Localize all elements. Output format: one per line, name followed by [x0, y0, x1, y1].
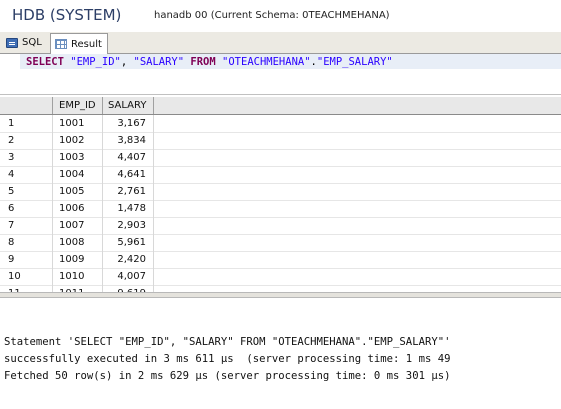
tab-sql[interactable]: SQL: [4, 33, 48, 52]
row-number-cell: 5: [0, 183, 53, 200]
schema-name: "OTEACHMEHANA": [222, 56, 311, 68]
column-header-emp-id[interactable]: EMP_ID: [53, 97, 103, 114]
row-number-cell: 9: [0, 251, 53, 268]
sql-statement: SELECT "EMP_ID", "SALARY" FROM "OTEACHME…: [26, 56, 393, 68]
tab-sql-label: SQL: [22, 37, 42, 48]
salary-cell: 4,407: [103, 149, 154, 166]
table-row[interactable]: 8 1008 5,961: [0, 234, 561, 252]
connection-details: hanadb 00 (Current Schema: 0TEACHMEHANA): [154, 10, 390, 21]
row-number-cell: 3: [0, 149, 53, 166]
emp-id-cell: 1003: [53, 149, 103, 166]
salary-cell: 2,420: [103, 251, 154, 268]
result-grid-icon: [55, 39, 67, 49]
keyword-select: SELECT: [26, 56, 64, 68]
emp-id-cell: 1007: [53, 217, 103, 234]
table-row[interactable]: 2 1002 3,834: [0, 132, 561, 150]
column-salary: "SALARY": [133, 56, 185, 68]
emp-id-cell: 1004: [53, 166, 103, 183]
comma: ,: [120, 56, 134, 68]
salary-cell: 4,007: [103, 268, 154, 285]
table-row[interactable]: 7 1007 2,903: [0, 217, 561, 235]
editor-tab-strip: SQL Result: [0, 32, 561, 54]
row-number-header[interactable]: [0, 97, 53, 114]
console-line: successfully executed in 3 ms 611 µs (se…: [4, 353, 451, 365]
table-row[interactable]: 3 1003 4,407: [0, 149, 561, 167]
console-line: Fetched 50 row(s) in 2 ms 629 µs (server…: [4, 370, 451, 382]
salary-cell: 3,167: [103, 115, 154, 132]
row-number-cell: 10: [0, 268, 53, 285]
salary-cell: 2,903: [103, 217, 154, 234]
table-row[interactable]: 1 1001 3,167: [0, 115, 561, 133]
table-row[interactable]: 9 1009 2,420: [0, 251, 561, 269]
result-table[interactable]: EMP_ID SALARY 1 1001 3,167 2 1002 3,834 3 1003 4…: [0, 94, 561, 293]
row-number-cell: 1: [0, 115, 53, 132]
tab-result-label: Result: [71, 38, 102, 50]
emp-id-cell: 1008: [53, 234, 103, 251]
console-output: Statement 'SELECT "EMP_ID", "SALARY" FRO…: [0, 298, 561, 409]
salary-cell: 2,761: [103, 183, 154, 200]
row-number-cell: 8: [0, 234, 53, 251]
salary-cell: 3,834: [103, 132, 154, 149]
table-row[interactable]: 4 1004 4,641: [0, 166, 561, 184]
keyword-from: FROM: [190, 56, 216, 68]
sql-query-editor[interactable]: SELECT "EMP_ID", "SALARY" FROM "OTEACHME…: [0, 54, 561, 94]
table-header-row: EMP_ID SALARY: [0, 97, 561, 115]
emp-id-cell: 1010: [53, 268, 103, 285]
emp-id-cell: 1002: [53, 132, 103, 149]
salary-cell: 5,961: [103, 234, 154, 251]
emp-id-cell: 1005: [53, 183, 103, 200]
row-number-cell: 2: [0, 132, 53, 149]
table-row[interactable]: 10 1010 4,007: [0, 268, 561, 286]
editor-gutter: [0, 54, 18, 94]
connection-title: HDB (SYSTEM): [12, 6, 122, 24]
console-line: Statement 'SELECT "EMP_ID", "SALARY" FRO…: [4, 336, 451, 348]
emp-id-cell: 1009: [53, 251, 103, 268]
row-number-cell: 6: [0, 200, 53, 217]
table-row[interactable]: 6 1006 1,478: [0, 200, 561, 218]
sql-icon: [6, 37, 18, 48]
tab-result[interactable]: Result: [50, 33, 108, 54]
row-number-cell: 4: [0, 166, 53, 183]
column-emp-id: "EMP_ID": [70, 56, 121, 68]
salary-cell: 4,641: [103, 166, 154, 183]
table-row[interactable]: 5 1005 2,761: [0, 183, 561, 201]
row-number-cell: 7: [0, 217, 53, 234]
salary-cell: 1,478: [103, 200, 154, 217]
editor-title-bar: HDB (SYSTEM) hanadb 00 (Current Schema: …: [0, 0, 561, 32]
emp-id-cell: 1001: [53, 115, 103, 132]
emp-id-cell: 1006: [53, 200, 103, 217]
column-header-salary[interactable]: SALARY: [103, 97, 154, 114]
table-name: "EMP_SALARY": [316, 56, 393, 68]
